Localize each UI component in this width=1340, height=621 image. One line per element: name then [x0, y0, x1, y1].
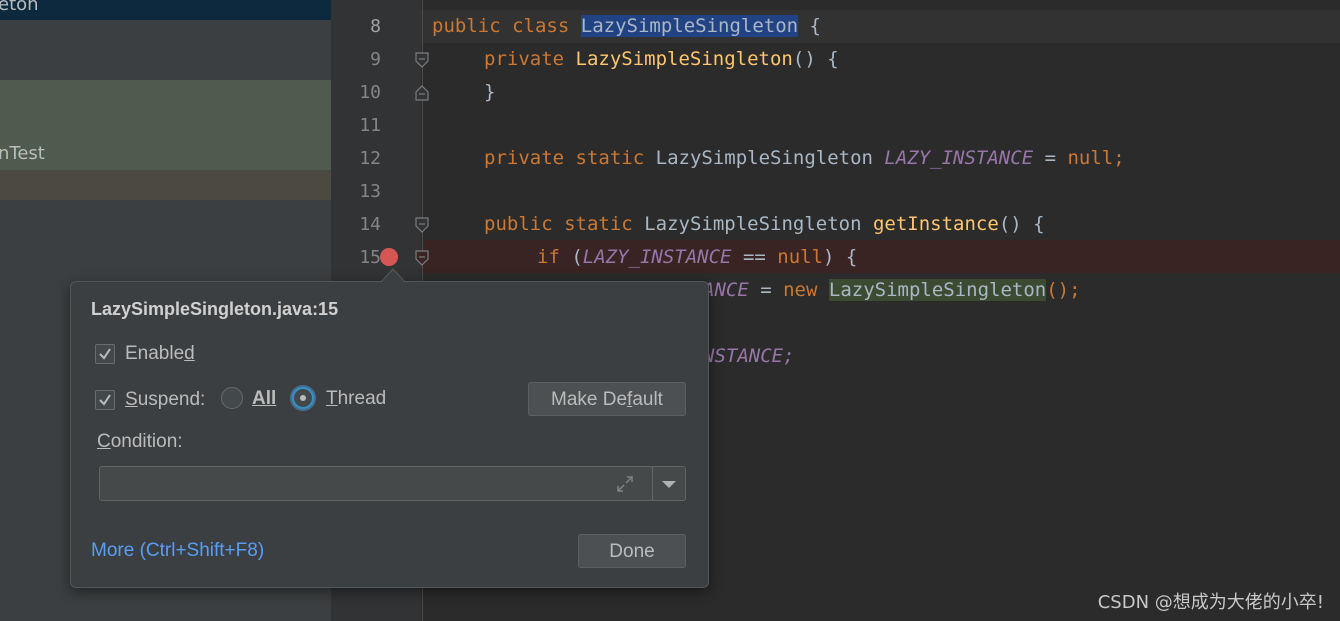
breakpoint-icon[interactable]: [380, 248, 398, 266]
breakpoint-properties-popup: LazySimpleSingleton.java:15 Enabled Susp…: [70, 281, 709, 588]
selected-class-name: LazySimpleSingleton: [580, 15, 799, 37]
condition-input[interactable]: [99, 466, 653, 501]
project-tree-row-highlight[interactable]: [0, 80, 331, 170]
line-number: 9: [370, 49, 381, 70]
project-tree-item-test-label: nTest: [0, 143, 45, 164]
line-number: 15: [359, 247, 381, 268]
project-tree-row-selected[interactable]: eton: [0, 0, 331, 20]
line-number: 14: [359, 214, 381, 235]
code-line[interactable]: 14 public static LazySimpleSingleton get…: [331, 208, 1340, 241]
done-button[interactable]: Done: [578, 534, 686, 568]
line-number: 8: [370, 16, 381, 37]
suspend-thread-label[interactable]: Thread: [326, 388, 386, 410]
popup-title: LazySimpleSingleton.java:15: [91, 299, 339, 319]
code-text: }: [484, 81, 496, 103]
code-text: private static LazySimpleSingleton LAZY_…: [484, 147, 1125, 169]
project-tree-item-label: eton: [0, 0, 39, 15]
suspend-all-label[interactable]: All: [252, 388, 276, 410]
line-number: 12: [359, 148, 381, 169]
code-line[interactable]: 10 }: [331, 76, 1340, 109]
line-number: 13: [359, 181, 381, 202]
code-text: public class LazySimpleSingleton {: [432, 15, 821, 37]
line-number: 10: [359, 82, 381, 103]
project-tree-row[interactable]: [0, 170, 331, 200]
code-line[interactable]: 8 public class LazySimpleSingleton {: [331, 10, 1340, 43]
code-line[interactable]: 12 private static LazySimpleSingleton LA…: [331, 142, 1340, 175]
make-default-button[interactable]: Make Default: [528, 382, 686, 416]
chevron-down-icon: [662, 481, 676, 488]
condition-label: Condition:: [97, 431, 183, 452]
expand-editor-icon[interactable]: [615, 474, 635, 498]
code-line-breakpoint[interactable]: 15 if (LAZY_INSTANCE == null) {: [331, 241, 1340, 274]
enabled-label[interactable]: Enabled: [125, 343, 195, 365]
enabled-checkbox[interactable]: [95, 344, 115, 364]
watermark: CSDN @想成为大佬的小卒!: [1097, 592, 1324, 613]
suspend-label[interactable]: Suspend:: [125, 389, 205, 411]
more-settings-link[interactable]: More (Ctrl+Shift+F8): [91, 540, 264, 562]
suspend-thread-radio[interactable]: [292, 387, 314, 409]
code-text: private LazySimpleSingleton() {: [484, 48, 839, 70]
code-text: NSTANCE;: [703, 345, 795, 367]
suspend-checkbox[interactable]: [95, 390, 115, 410]
code-text: if (LAZY_INSTANCE == null) {: [537, 246, 858, 268]
line-number: 11: [359, 115, 381, 136]
code-text: public static LazySimpleSingleton getIns…: [484, 213, 1045, 235]
fold-end-icon[interactable]: [415, 85, 429, 101]
checkmark-icon: [99, 394, 111, 406]
code-line[interactable]: 9 private LazySimpleSingleton() {: [331, 43, 1340, 76]
fold-start-icon[interactable]: [415, 250, 429, 266]
popup-pointer-fill: [381, 270, 405, 283]
code-line[interactable]: 11: [331, 109, 1340, 142]
checkmark-icon: [99, 348, 111, 360]
code-text: ANCE = new LazySimpleSingleton();: [703, 279, 1081, 301]
code-line[interactable]: 13: [331, 175, 1340, 208]
fold-start-icon[interactable]: [415, 217, 429, 233]
suspend-all-radio[interactable]: [221, 387, 243, 409]
fold-start-icon[interactable]: [415, 52, 429, 68]
